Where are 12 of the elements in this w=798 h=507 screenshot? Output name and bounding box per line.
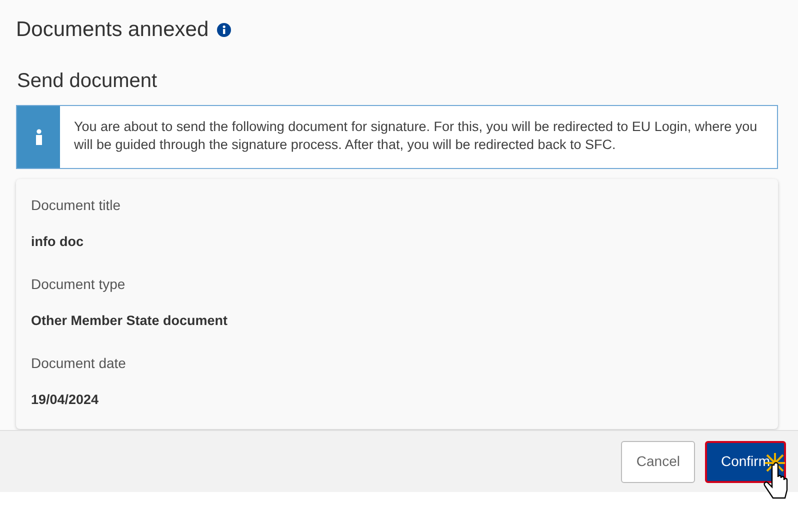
field-value: 19/04/2024 bbox=[31, 391, 100, 409]
cancel-button[interactable]: Cancel bbox=[621, 440, 695, 482]
field-label: Document type bbox=[31, 274, 126, 294]
dialog-title: Send document bbox=[16, 68, 158, 94]
info-icon[interactable] bbox=[216, 22, 231, 37]
field-value: info doc bbox=[31, 232, 84, 250]
field-label: Document date bbox=[31, 354, 127, 373]
info-icon bbox=[34, 128, 42, 144]
page-title: Documents annexed bbox=[16, 17, 209, 43]
info-message: You are about to send the following document for signature. For this, you will be redirected to EU Login, where you will be guided through the signature process. After that, you will be redirected back to SFC. bbox=[73, 118, 758, 154]
field-label: Document title bbox=[31, 196, 122, 214]
field-value: Other Member State document bbox=[31, 312, 229, 330]
